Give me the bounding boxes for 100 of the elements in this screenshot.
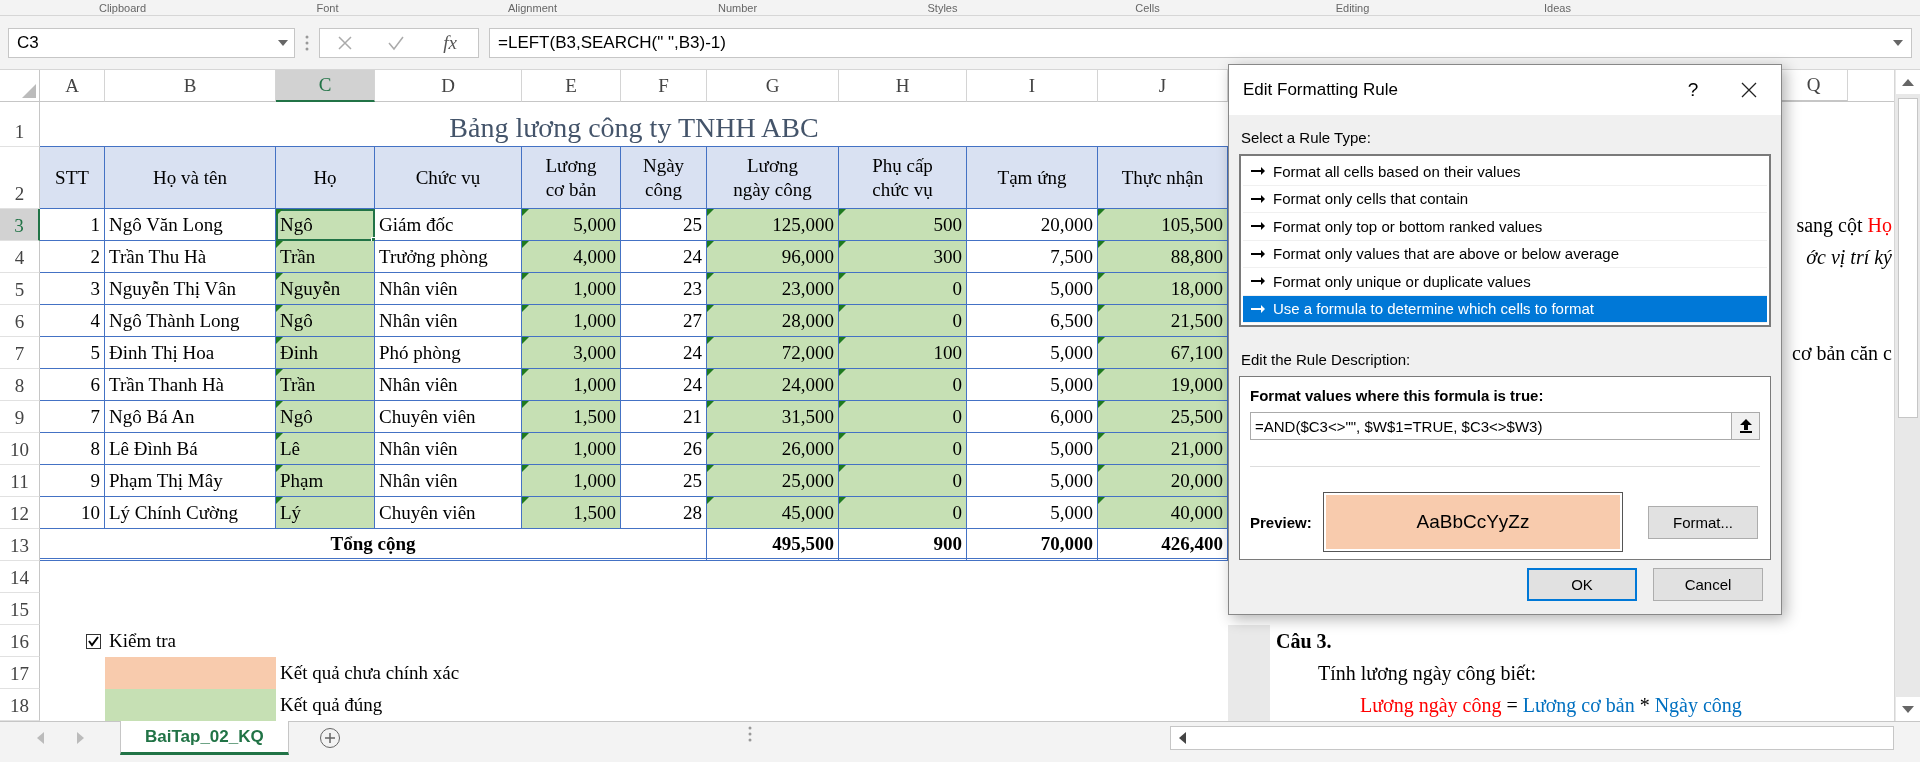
more-options-icon[interactable] (748, 726, 753, 742)
expand-caret-icon[interactable] (1893, 39, 1903, 46)
table-cell[interactable]: 6 (40, 369, 105, 401)
table-cell[interactable]: Giám đốc (375, 209, 522, 241)
table-cell[interactable]: 25 (621, 465, 707, 497)
table-cell[interactable]: 24,000 (707, 369, 839, 401)
table-cell[interactable]: 27 (621, 305, 707, 337)
column-header[interactable]: C (276, 70, 375, 102)
table-cell[interactable]: 23,000 (707, 273, 839, 305)
table-cell[interactable]: 96,000 (707, 241, 839, 273)
row-header[interactable]: 17 (0, 657, 40, 689)
table-cell[interactable]: 3 (40, 273, 105, 305)
table-cell[interactable]: 24 (621, 337, 707, 369)
table-cell[interactable]: Nhân viên (375, 465, 522, 497)
table-cell[interactable]: 10 (40, 497, 105, 529)
table-cell[interactable]: 6,500 (967, 305, 1098, 337)
table-cell[interactable]: Đinh (276, 337, 375, 369)
dropdown-caret-icon[interactable] (278, 39, 288, 46)
name-box[interactable]: C3 (8, 27, 295, 58)
format-button[interactable]: Format... (1648, 505, 1758, 539)
table-cell[interactable]: 21,500 (1098, 305, 1228, 337)
table-cell[interactable]: 5,000 (967, 369, 1098, 401)
table-cell[interactable]: Phạm (276, 465, 375, 497)
formula-input[interactable]: =AND($C3<>"", $W$1=TRUE, $C3<>$W3) (1250, 412, 1760, 440)
table-cell[interactable]: 25 (621, 209, 707, 241)
table-cell[interactable]: 0 (839, 369, 967, 401)
check-icon[interactable] (387, 34, 406, 51)
table-cell[interactable]: 26 (621, 433, 707, 465)
row-header[interactable]: 7 (0, 337, 40, 369)
table-cell[interactable]: 1,500 (522, 497, 621, 529)
column-header[interactable]: B (105, 70, 276, 102)
column-header[interactable]: I (967, 70, 1098, 102)
table-cell[interactable]: 105,500 (1098, 209, 1228, 241)
help-button[interactable]: ? (1675, 78, 1711, 102)
table-cell[interactable]: 5,000 (522, 209, 621, 241)
more-options-icon[interactable] (305, 34, 309, 51)
column-header[interactable]: J (1098, 70, 1228, 102)
table-cell[interactable]: Đinh Thị Hoa (105, 337, 276, 369)
row-header[interactable]: 13 (0, 529, 40, 561)
table-cell[interactable]: 4,000 (522, 241, 621, 273)
table-cell[interactable]: 24 (621, 369, 707, 401)
table-cell[interactable]: 25,000 (707, 465, 839, 497)
table-cell[interactable]: Lê (276, 433, 375, 465)
table-cell[interactable]: 19,000 (1098, 369, 1228, 401)
table-cell[interactable]: Ngô Văn Long (105, 209, 276, 241)
scroll-down-icon[interactable] (1895, 697, 1920, 721)
table-cell[interactable]: 100 (839, 337, 967, 369)
row-header[interactable]: 8 (0, 369, 40, 401)
cancel-icon[interactable] (337, 34, 354, 51)
ok-button[interactable]: OK (1527, 568, 1637, 601)
table-cell[interactable]: 1,000 (522, 369, 621, 401)
table-cell[interactable]: 20,000 (1098, 465, 1228, 497)
table-cell[interactable]: Chuyên viên (375, 401, 522, 433)
table-cell[interactable]: Lý Chính Cường (105, 497, 276, 529)
column-header[interactable]: D (375, 70, 522, 102)
table-cell[interactable]: Chuyên viên (375, 497, 522, 529)
table-cell[interactable]: 1,500 (522, 401, 621, 433)
column-header[interactable]: Q (1780, 70, 1848, 101)
column-header[interactable]: E (522, 70, 621, 102)
table-cell[interactable]: 25,500 (1098, 401, 1228, 433)
table-cell[interactable]: 1,000 (522, 273, 621, 305)
row-header[interactable]: 5 (0, 273, 40, 305)
table-cell[interactable]: 72,000 (707, 337, 839, 369)
add-sheet-icon[interactable] (318, 727, 341, 749)
collapse-button[interactable] (1731, 413, 1759, 439)
row-header[interactable]: 9 (0, 401, 40, 433)
table-cell[interactable]: 23 (621, 273, 707, 305)
table-cell[interactable]: 4 (40, 305, 105, 337)
table-cell[interactable]: Trần (276, 369, 375, 401)
table-cell[interactable]: 24 (621, 241, 707, 273)
table-cell[interactable]: 5,000 (967, 337, 1098, 369)
table-cell[interactable]: 67,100 (1098, 337, 1228, 369)
formula-field[interactable]: =LEFT(B3,SEARCH(" ",B3)-1) (489, 27, 1912, 58)
column-header[interactable]: F (621, 70, 707, 102)
table-cell[interactable]: Phạm Thị Mây (105, 465, 276, 497)
table-cell[interactable]: Nguyễn (276, 273, 375, 305)
table-cell[interactable]: Trưởng phòng (375, 241, 522, 273)
table-cell[interactable]: Nhân viên (375, 433, 522, 465)
horizontal-scrollbar[interactable] (1170, 726, 1894, 750)
table-cell[interactable]: 5 (40, 337, 105, 369)
table-cell[interactable]: 1,000 (522, 305, 621, 337)
table-cell[interactable]: 1,000 (522, 465, 621, 497)
table-cell[interactable]: Nguyễn Thị Vân (105, 273, 276, 305)
table-cell[interactable]: Trần (276, 241, 375, 273)
table-cell[interactable]: 0 (839, 401, 967, 433)
row-header[interactable]: 2 (0, 147, 40, 209)
column-header[interactable]: H (839, 70, 967, 102)
table-cell[interactable]: 300 (839, 241, 967, 273)
scroll-up-icon[interactable] (1895, 70, 1920, 94)
table-cell[interactable]: 6,000 (967, 401, 1098, 433)
table-cell[interactable]: 7 (40, 401, 105, 433)
row-header[interactable]: 3 (0, 209, 40, 241)
table-cell[interactable]: Ngô Bá An (105, 401, 276, 433)
table-cell[interactable]: 1 (40, 209, 105, 241)
table-cell[interactable]: 5,000 (967, 433, 1098, 465)
table-cell[interactable]: Lý (276, 497, 375, 529)
scroll-thumb[interactable] (1897, 98, 1918, 418)
table-cell[interactable]: 1,000 (522, 433, 621, 465)
table-cell[interactable]: 0 (839, 465, 967, 497)
table-cell[interactable]: 21 (621, 401, 707, 433)
